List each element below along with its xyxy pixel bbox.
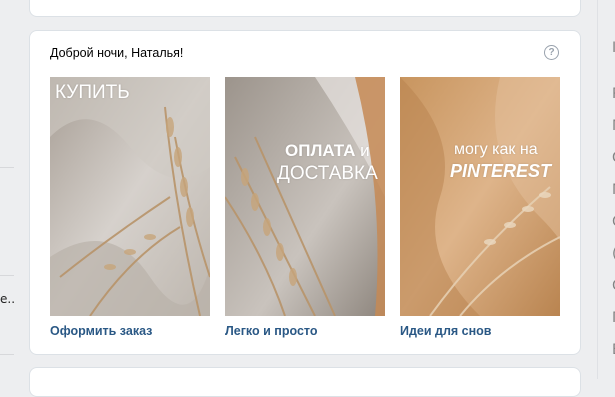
tile-buy[interactable]: КУПИТЬ xyxy=(50,77,210,316)
truncated-sidebar-text[interactable]: е... xyxy=(0,292,14,306)
tile-payment-title-line1: ОПЛАТА и xyxy=(285,141,370,161)
divider xyxy=(0,354,14,355)
tile-pinterest-image xyxy=(400,77,560,316)
tile-payment-image xyxy=(225,77,385,316)
tile-payment-title-bold: ОПЛАТА xyxy=(285,141,356,160)
greeting-text: Доброй ночи, Наталья! xyxy=(50,46,184,60)
promo-post-card: Доброй ночи, Наталья! ? КУПИТЬ ОПЛАТА и … xyxy=(29,30,581,355)
tile-pinterest-title-line1: могу как на xyxy=(454,141,538,158)
tile-payment-title-conj: и xyxy=(355,141,370,160)
easy-link[interactable]: Легко и просто xyxy=(225,324,318,338)
tile-pinterest[interactable]: могу как на PINTEREST xyxy=(400,77,560,316)
tile-payment-title-line2: ДОСТАВКА xyxy=(277,163,378,184)
next-post-card xyxy=(29,367,581,397)
ideas-link[interactable]: Идеи для снов xyxy=(400,324,492,338)
help-icon[interactable]: ? xyxy=(544,45,559,60)
tile-payment[interactable]: ОПЛАТА и ДОСТАВКА xyxy=(225,77,385,316)
right-sidebar-border xyxy=(597,0,598,379)
left-sidebar-edge: е... xyxy=(0,0,14,379)
divider xyxy=(0,167,14,168)
tile-buy-image xyxy=(50,77,210,316)
tile-buy-title: КУПИТЬ xyxy=(55,82,130,103)
order-link[interactable]: Оформить заказ xyxy=(50,324,152,338)
tile-pinterest-title-line2: PINTEREST xyxy=(450,161,552,181)
previous-post-card xyxy=(29,0,581,17)
divider xyxy=(0,275,14,276)
